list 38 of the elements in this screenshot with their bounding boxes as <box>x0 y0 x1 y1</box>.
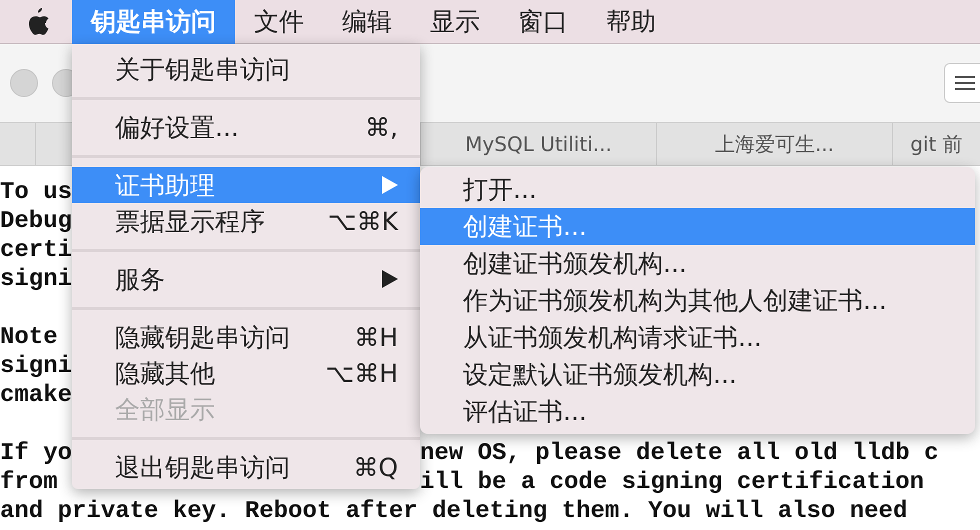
menu-bar-item[interactable]: 文件 <box>235 0 323 44</box>
menu-item[interactable]: 评估证书... <box>420 393 975 430</box>
tab[interactable]: MySQL Utiliti... <box>421 123 657 165</box>
list-icon <box>953 74 975 92</box>
text-fragment: Note <box>0 324 58 351</box>
menu-item[interactable]: 退出钥匙串访问 ⌘Q <box>72 449 420 485</box>
menu-bar-item[interactable]: 窗口 <box>499 0 587 44</box>
text-fragment: signi <box>0 266 72 293</box>
text-fragment: certi <box>0 237 72 264</box>
menu-item[interactable]: 设定默认证书颁发机构... <box>420 356 975 393</box>
text-fragment: signi <box>0 353 72 380</box>
text-fragment: To us <box>0 179 72 206</box>
menu-bar-item[interactable]: 编辑 <box>323 0 411 44</box>
tab[interactable]: git 前 <box>893 123 980 165</box>
text-fragment: ill be a code signing certification <box>420 468 924 497</box>
text-fragment: cmake <box>0 382 72 409</box>
menu-bar-item[interactable]: 帮助 <box>587 0 675 44</box>
menu-item[interactable]: 票据显示程序 ⌥⌘K <box>72 203 420 239</box>
text-line: and private key. Reboot after deleting them. You will also need <box>0 497 908 526</box>
menu-item[interactable]: 从证书颁发机构请求证书... <box>420 319 975 356</box>
menu-item[interactable]: 服务 <box>72 261 420 297</box>
menu-item[interactable]: 隐藏其他 ⌥⌘H <box>72 355 420 391</box>
submenu-arrow-icon <box>382 270 398 288</box>
menu-bar-item[interactable]: 显示 <box>411 0 499 44</box>
tab[interactable]: 上海爱可生... <box>657 123 893 165</box>
menu-item[interactable]: 打开... <box>420 171 975 208</box>
text-fragment: new OS, please delete all old lldb c <box>420 439 938 468</box>
apple-logo-icon[interactable] <box>26 8 50 36</box>
text-fragment: from <box>0 469 58 496</box>
menu-item[interactable]: 关于钥匙串访问 <box>72 51 420 87</box>
text-fragment: If yo <box>0 440 72 467</box>
menu-item[interactable]: 作为证书颁发机构为其他人创建证书... <box>420 282 975 319</box>
menu-item[interactable]: 创建证书颁发机构... <box>420 245 975 282</box>
submenu-arrow-icon <box>382 176 398 194</box>
text-fragment: Debug <box>0 208 72 235</box>
menu-item[interactable]: 隐藏钥匙串访问 ⌘H <box>72 319 420 355</box>
list-view-button[interactable] <box>944 63 980 103</box>
menu-item[interactable]: 偏好设置... ⌘, <box>72 109 420 145</box>
